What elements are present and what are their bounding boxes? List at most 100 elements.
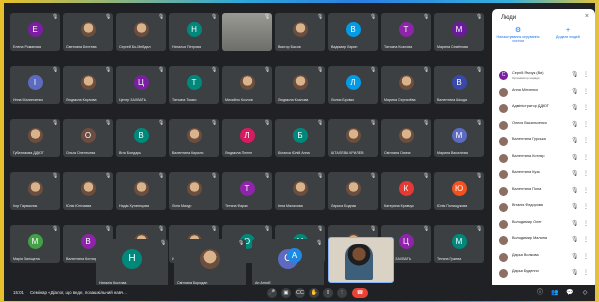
add-people-button[interactable]: + Додати людей: [544, 27, 592, 39]
people-panel: Люди × ⚙ Налаштування керування хостом +…: [492, 9, 595, 289]
muted-mic-icon: 🎙: [571, 154, 579, 161]
participant-tile[interactable]: 🎙 Валентина Кирили: [169, 119, 219, 157]
muted-mic-icon: 🎙: [52, 226, 59, 232]
participant-tile[interactable]: 🎙 Інна Малахова: [275, 172, 325, 210]
participant-row[interactable]: С Сергій Ямчук (Ви) Організатор наради 🎙 ⋮: [497, 69, 591, 82]
participant-tile[interactable]: Л 🎙 Лилия Бровко: [328, 66, 378, 104]
more-options-icon[interactable]: ⋮: [583, 88, 589, 95]
participant-tile[interactable]: 🎙 Губатюкова ДДЮТ: [10, 119, 60, 157]
participant-tile[interactable]: М 🎙 Марина Семёнова: [434, 13, 484, 51]
camera-icon[interactable]: ▣: [281, 288, 291, 298]
participant-tile[interactable]: О 🎙 Ольга Олентьева: [63, 119, 113, 157]
participant-row[interactable]: Віталія Федорова 🎙 ⋮: [497, 201, 591, 214]
participant-tile[interactable]: 🎙 Сергей Бо-Мейдал: [116, 13, 166, 51]
more-options-icon[interactable]: ⋮: [583, 253, 589, 260]
participant-tile[interactable]: В 🎙 Віта Бондарь: [116, 119, 166, 157]
more-options-icon[interactable]: ⋮: [583, 220, 589, 227]
more-options-icon[interactable]: ⋮: [583, 154, 589, 161]
more-options-icon[interactable]: ⋮: [583, 269, 589, 276]
participant-row[interactable]: Валентина Попа 🎙 ⋮: [497, 185, 591, 198]
participant-row[interactable]: Дарья Волкова 🎙 ⋮: [497, 251, 591, 264]
participant-tile[interactable]: М 🎙 Тетяна Гужева: [434, 225, 484, 263]
participant-row[interactable]: Володимир Малина 🎙 ⋮: [497, 234, 591, 247]
participant-row[interactable]: Олеся Васильченко 🎙 ⋮: [497, 119, 591, 132]
participant-row[interactable]: Володимир Олег 🎙 ⋮: [497, 218, 591, 231]
participant-tile[interactable]: Б 🎙 Біланка Юлій Анна: [275, 119, 325, 157]
host-controls-button[interactable]: ⚙ Налаштування керування хостом: [494, 27, 542, 43]
present-icon[interactable]: ⇪: [323, 288, 333, 298]
participant-tile[interactable]: 🎙 Лариса Боднак: [328, 172, 378, 210]
participant-tile[interactable]: В 🎙 Вадимир Ларин: [328, 13, 378, 51]
participant-tile[interactable]: I 🎙 Инна Малинченко: [10, 66, 60, 104]
participant-tile[interactable]: 🎙 Юлія Юнічаєва: [63, 172, 113, 210]
participant-tile[interactable]: М 🎙 Марина Василієва: [434, 119, 484, 157]
participant-row[interactable]: Дарья Буденно 🎙 ⋮: [497, 267, 591, 280]
more-options-icon[interactable]: ⋮: [583, 236, 589, 243]
participant-tile[interactable]: В 🎙 Валентина Шкода: [434, 66, 484, 104]
more-options-icon[interactable]: ⋮: [583, 170, 589, 177]
participant-tile[interactable]: E 🎙 Елена Романова: [10, 13, 60, 51]
end-call-button[interactable]: ☎: [352, 288, 368, 298]
participant-row[interactable]: Анна Мінченко 🎙 ⋮: [497, 86, 591, 99]
muted-mic-icon: 🎙: [571, 121, 579, 128]
close-icon[interactable]: ×: [585, 13, 589, 20]
mic-icon[interactable]: 🎤: [267, 288, 277, 298]
participant-row[interactable]: Валентина Котляр 🎙 ⋮: [497, 152, 591, 165]
participant-row[interactable]: Валентина Кузь 🎙 ⋮: [497, 168, 591, 181]
more-options-icon[interactable]: ⋮: [583, 121, 589, 128]
participant-tile[interactable]: 🎙 Марина Сергачёва: [381, 66, 431, 104]
participant-row-name: Анна Мінченко: [512, 87, 538, 92]
self-view-tile[interactable]: [328, 237, 394, 283]
more-options-icon[interactable]: ⋮: [583, 187, 589, 194]
participant-tile[interactable]: 🎙 Лілія Мазур: [169, 172, 219, 210]
participant-tile[interactable]: 🎙 Світлана Бородан: [174, 239, 246, 287]
participant-tile[interactable]: Т 🎙 Татьяна Козлова: [381, 13, 431, 51]
participant-tile[interactable]: 🎙 Людмила Карпова: [63, 66, 113, 104]
participant-tile[interactable]: К 🎙 Катерина Кравчук: [381, 172, 431, 210]
participant-tile[interactable]: Ю 🎙 Юлія Полищукова: [434, 172, 484, 210]
avatar: [239, 75, 255, 90]
muted-mic-icon: 🎙: [105, 120, 112, 126]
avatar: [133, 181, 149, 196]
muted-mic-icon: 🎙: [476, 226, 483, 232]
participant-row[interactable]: Адміністратор ДДЮТ 🎙 ⋮: [497, 102, 591, 115]
people-icon[interactable]: 👥: [551, 289, 559, 297]
participant-tile[interactable]: Н 🎙 Наталія Костова: [96, 239, 168, 287]
participant-tile[interactable]: Л 🎙 Людмила Пелеп: [222, 119, 272, 157]
chat-icon[interactable]: 💬: [566, 289, 574, 297]
activities-icon[interactable]: ◇: [581, 289, 589, 297]
participant-row[interactable]: Валентина Гурська 🎙 ⋮: [497, 135, 591, 148]
participant-tile[interactable]: 🎙 Надія Хутапецова: [116, 172, 166, 210]
participant-tile[interactable]: GA🎙Ан Антиб: [252, 239, 324, 287]
participant-name: Людмила Карпова: [66, 98, 97, 102]
more-options-icon[interactable]: ⋮: [583, 137, 589, 144]
muted-mic-icon: 🎙: [160, 240, 167, 246]
captions-icon[interactable]: CC: [295, 288, 305, 298]
participant-tile[interactable]: 🎙 Светлана Бехтева: [63, 13, 113, 51]
info-icon[interactable]: ⓘ: [536, 289, 544, 297]
more-options-icon[interactable]: ⋮: [583, 203, 589, 210]
participant-tile[interactable]: 🎙 Світлана Осина: [381, 119, 431, 157]
muted-mic-icon: 🎙: [52, 173, 59, 179]
participant-tile[interactable]: 🎙 Ігор Гарвасник: [10, 172, 60, 210]
muted-mic-icon: 🎙: [370, 120, 377, 126]
participant-tile[interactable]: Т 🎙 Татьяна Тимко: [169, 66, 219, 104]
more-options-icon[interactable]: ⋮: [337, 288, 347, 298]
participant-tile[interactable]: Ц 🎙 Центр ЗАХВАТЬ: [116, 66, 166, 104]
self-video: [345, 244, 373, 280]
participant-tile[interactable]: М 🎙 Марія Заліщена: [10, 225, 60, 263]
muted-mic-icon: 🎙: [476, 173, 483, 179]
raise-hand-icon[interactable]: ✋: [309, 288, 319, 298]
more-options-icon[interactable]: ⋮: [583, 71, 589, 78]
avatar: [27, 181, 43, 196]
participant-tile[interactable]: 🎙 Михайло Козлов: [222, 66, 272, 104]
participant-tile[interactable]: Т 🎙 Тетяна Фарак: [222, 172, 272, 210]
participant-tile[interactable]: 🎙: [222, 13, 272, 51]
participant-row-name: Олеся Васильченко: [512, 120, 547, 125]
participant-tile[interactable]: 🎙 ШТАЛЕВА КРИЛЕВ: [328, 119, 378, 157]
participant-tile[interactable]: 🎙 Виктор Басов: [275, 13, 325, 51]
participant-tile[interactable]: 🎙 Людмила Козлова: [275, 66, 325, 104]
more-options-icon[interactable]: ⋮: [583, 104, 589, 111]
muted-mic-icon: 🎙: [158, 67, 165, 73]
participant-tile[interactable]: Н 🎙 Наталья Петрова: [169, 13, 219, 51]
